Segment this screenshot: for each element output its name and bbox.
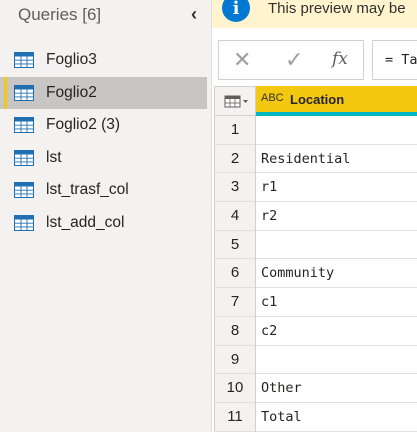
row-number[interactable]: 9 (214, 345, 256, 375)
table-cell[interactable]: Residential (256, 144, 417, 174)
formula-bar: ✕ ✓ fx = Ta (218, 40, 417, 80)
table-cell[interactable]: Community (256, 259, 417, 289)
table-cell[interactable]: Other (256, 374, 417, 403)
checkmark-icon[interactable]: ✓ (285, 47, 303, 73)
info-icon: i (222, 0, 250, 22)
query-item[interactable]: Foglio3 (0, 44, 207, 77)
row-number[interactable]: 5 (214, 230, 256, 260)
table-cell[interactable] (256, 230, 417, 260)
table-row: 9 (214, 345, 417, 375)
table-cell[interactable] (256, 345, 417, 375)
query-item-label: lst_trasf_col (46, 181, 129, 198)
cancel-icon[interactable]: ✕ (233, 47, 251, 73)
table-cell[interactable]: r2 (256, 202, 417, 231)
table-row: 5 (214, 230, 417, 260)
table-row: 3 r1 (214, 173, 417, 203)
query-item-label: lst (46, 148, 62, 166)
query-item-label: Foglio2 (46, 83, 97, 101)
row-number[interactable]: 6 (214, 259, 256, 289)
query-list: Foglio3 Foglio2 Foglio2 (3) lst lst_trasf_co… (0, 44, 207, 239)
row-number[interactable]: 11 (214, 402, 256, 432)
query-item[interactable]: lst_add_col (0, 207, 207, 240)
grid-rows: 1 2 Residential 3 r1 4 r2 5 6 Community 7 c1 8 c2 9 10 O… (214, 116, 417, 432)
table-icon (14, 84, 34, 101)
query-item-label: Foglio2 (3) (46, 116, 121, 133)
queries-pane: Queries [6] ‹ Foglio3 Foglio2 Foglio2 (3) l… (0, 0, 212, 432)
queries-title: Queries [6] (18, 5, 102, 24)
row-number[interactable]: 4 (214, 202, 256, 231)
table-row: 10 Other (214, 374, 417, 403)
row-number[interactable]: 1 (214, 116, 256, 145)
fx-button[interactable]: fx (332, 49, 348, 69)
table-icon (14, 149, 34, 166)
table-cell[interactable]: c2 (256, 316, 417, 346)
table-row: 2 Residential (214, 144, 417, 174)
table-cell[interactable]: c1 (256, 288, 417, 317)
table-row: 7 c1 (214, 288, 417, 317)
table-row: 1 (214, 116, 417, 145)
table-menu-icon (224, 95, 248, 108)
formula-text: = Ta (385, 52, 417, 68)
table-cell[interactable]: r1 (256, 173, 417, 203)
grid-header: ABC Location (214, 86, 417, 116)
table-menu-button[interactable] (214, 86, 256, 116)
table-row: 11 Total (214, 402, 417, 432)
query-item[interactable]: Foglio2 (3) (0, 109, 207, 142)
table-cell[interactable]: Total (256, 402, 417, 432)
row-number[interactable]: 7 (214, 288, 256, 317)
text-type-icon[interactable]: ABC (261, 92, 284, 104)
info-banner: i This preview may be (212, 0, 417, 28)
query-item[interactable]: lst_trasf_col (0, 174, 207, 207)
column-header-location[interactable]: ABC Location (256, 86, 417, 116)
query-item-label: Foglio3 (46, 51, 97, 68)
query-item[interactable]: Foglio2 (0, 76, 207, 109)
table-cell[interactable] (256, 116, 417, 145)
row-number[interactable]: 2 (214, 144, 256, 174)
table-row: 4 r2 (214, 202, 417, 231)
table-icon (14, 182, 34, 198)
row-number[interactable]: 3 (214, 173, 256, 203)
query-item[interactable]: lst (0, 142, 207, 175)
row-number[interactable]: 10 (214, 374, 256, 403)
table-row: 6 Community (214, 259, 417, 289)
table-icon (14, 214, 34, 231)
info-banner-text: This preview may be (268, 0, 406, 17)
row-number[interactable]: 8 (214, 316, 256, 346)
formula-buttons: ✕ ✓ fx (218, 40, 364, 80)
table-row: 8 c2 (214, 316, 417, 346)
table-icon (14, 52, 34, 68)
column-name: Location (290, 92, 345, 107)
formula-input[interactable]: = Ta (372, 40, 417, 80)
table-icon (14, 117, 34, 133)
data-grid: ABC Location 1 2 Residential 3 r1 4 r2 5 6 Commun… (214, 86, 417, 432)
query-item-label: lst_add_col (46, 213, 125, 231)
chevron-left-icon[interactable]: ‹ (186, 4, 202, 24)
queries-header: Queries [6] ‹ (0, 0, 212, 30)
